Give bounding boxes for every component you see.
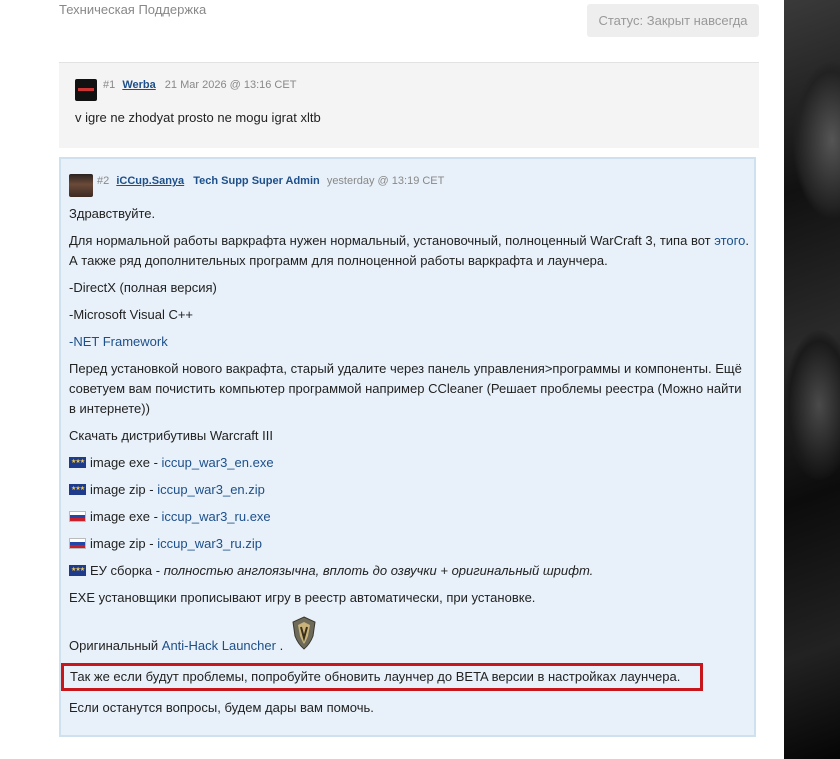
- post-timestamp: yesterday @ 13:19 CET: [326, 175, 445, 187]
- post-text: v igre ne zhodyat prosto ne mogu igrat x…: [75, 110, 321, 125]
- post-timestamp: 21 Mar 2026 @ 13:16 CET: [164, 79, 297, 91]
- intro-paragraph: Для нормальной работы варкрафта нужен но…: [69, 233, 749, 268]
- download-item: image exe - iccup_war3_ru.exe: [69, 507, 749, 527]
- section-title: Техническая Поддержка: [59, 2, 207, 17]
- download-link[interactable]: iccup_war3_en.zip: [157, 482, 265, 497]
- user-role: Tech Supp Super Admin: [193, 175, 320, 187]
- download-item: image zip - iccup_war3_ru.zip: [69, 534, 749, 554]
- author-link[interactable]: iCCup.Sanya: [116, 175, 184, 187]
- post-number[interactable]: #1: [103, 79, 115, 91]
- req-directx: -DirectX (полная версия): [69, 280, 217, 295]
- status-button[interactable]: Статус: Закрыт навсегда: [587, 4, 759, 37]
- background-artwork: [784, 0, 840, 759]
- download-link[interactable]: iccup_war3_en.exe: [162, 455, 274, 470]
- download-link[interactable]: iccup_war3_ru.exe: [162, 509, 271, 524]
- req-vcpp: -Microsoft Visual C++: [69, 307, 194, 322]
- post-body: Здравствуйте. Для нормальной работы варк…: [61, 204, 749, 725]
- uninstall-paragraph: Перед установкой нового вакрафта, старый…: [69, 361, 742, 416]
- post-1: #1 Werba 21 Mar 2026 @ 13:16 CET v igre …: [59, 62, 759, 148]
- post-meta: #2 iCCup.Sanya Tech Supp Super Admin yes…: [97, 175, 444, 187]
- closing: Если останутся вопросы, будем дары вам п…: [69, 700, 374, 715]
- post-meta: #1 Werba 21 Mar 2026 @ 13:16 CET: [103, 79, 296, 91]
- beta-note-highlight: Так же если будут проблемы, попробуйте о…: [61, 663, 703, 691]
- wc3-link[interactable]: этого: [714, 233, 745, 248]
- launcher-link[interactable]: Anti-Hack Launcher: [162, 638, 276, 653]
- net-framework-link[interactable]: -NET Framework: [69, 332, 749, 352]
- download-item: image exe - iccup_war3_en.exe: [69, 453, 749, 473]
- exe-note: EXE установщики прописывают игру в реест…: [69, 590, 536, 605]
- ru-flag-icon: [69, 538, 86, 549]
- ru-flag-icon: [69, 511, 86, 522]
- eu-build-item: ЕУ сборка - полностью англоязычна, вплот…: [69, 561, 749, 581]
- post-number[interactable]: #2: [97, 175, 109, 187]
- avatar[interactable]: [75, 79, 97, 101]
- launcher-shield-icon: [292, 616, 316, 650]
- post-2: #2 iCCup.Sanya Tech Supp Super Admin yes…: [59, 157, 756, 737]
- launcher-paragraph: Оригинальный Anti-Hack Launcher .: [69, 616, 749, 656]
- avatar[interactable]: [69, 174, 93, 197]
- greeting: Здравствуйте.: [69, 206, 156, 221]
- eu-flag-icon: [69, 484, 86, 495]
- downloads-title: Скачать дистрибутивы Warcraft III: [69, 428, 273, 443]
- eu-flag-icon: [69, 565, 86, 576]
- download-link[interactable]: iccup_war3_ru.zip: [157, 536, 262, 551]
- download-item: image zip - iccup_war3_en.zip: [69, 480, 749, 500]
- eu-flag-icon: [69, 457, 86, 468]
- author-link[interactable]: Werba: [122, 79, 155, 91]
